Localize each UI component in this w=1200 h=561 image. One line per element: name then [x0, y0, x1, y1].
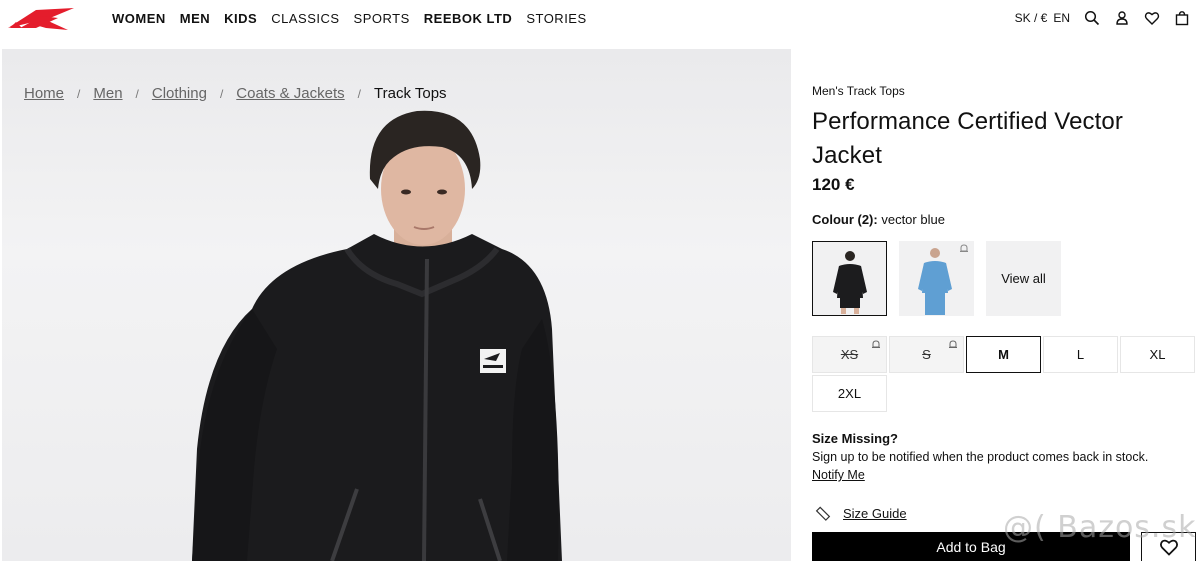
size-2xl[interactable]: 2XL: [812, 375, 887, 412]
product-title: Performance Certified Vector Jacket: [812, 108, 1123, 169]
colour-swatches: View all: [812, 241, 1196, 316]
size-guide: Size Guide: [815, 505, 907, 521]
breadcrumb-men[interactable]: Men: [93, 85, 122, 102]
notify-bell-icon: [949, 340, 957, 348]
site-header: WOMEN MEN KIDS CLASSICS SPORTS REEBOK LT…: [0, 0, 1200, 40]
breadcrumb: Home / Men / Clothing / Coats & Jackets …: [24, 85, 447, 102]
notify-bell-icon: [872, 340, 880, 348]
breadcrumb-clothing[interactable]: Clothing: [152, 85, 207, 102]
nav-men[interactable]: MEN: [180, 11, 210, 26]
view-all-label: View all: [1001, 271, 1046, 286]
nav-kids[interactable]: KIDS: [224, 11, 257, 26]
breadcrumb-separator: /: [219, 86, 224, 101]
size-missing-section: Size Missing? Sign up to be notified whe…: [812, 430, 1196, 484]
model-photo: [192, 110, 562, 561]
swatch-black-thumbnail: [833, 251, 867, 314]
breadcrumb-current: Track Tops: [374, 85, 447, 102]
search-icon[interactable]: [1084, 10, 1100, 26]
size-label: S: [922, 347, 931, 362]
nav-classics[interactable]: CLASSICS: [271, 11, 339, 26]
breadcrumb-separator: /: [77, 86, 81, 101]
size-xl[interactable]: XL: [1120, 336, 1195, 373]
size-s[interactable]: S: [889, 336, 964, 373]
nav-sports[interactable]: SPORTS: [354, 11, 410, 26]
bag-icon[interactable]: [1174, 10, 1190, 26]
breadcrumb-home[interactable]: Home: [24, 85, 64, 102]
colour-count: Colour (2):: [812, 212, 878, 227]
nav-reebok-ltd[interactable]: REEBOK LTD: [424, 11, 513, 26]
breadcrumb-separator: /: [135, 86, 139, 101]
notify-me-link[interactable]: Notify Me: [812, 468, 865, 482]
product-image[interactable]: Home / Men / Clothing / Coats & Jackets …: [2, 49, 791, 561]
size-label: XS: [840, 347, 859, 362]
size-m[interactable]: M: [966, 336, 1041, 373]
reebok-logo[interactable]: [6, 6, 76, 32]
size-label: 2XL: [837, 386, 862, 401]
product-category: Men's Track Tops: [812, 84, 905, 98]
header-utilities: SK / € EN: [1015, 10, 1190, 26]
breadcrumb-coats-jackets[interactable]: Coats & Jackets: [236, 85, 344, 102]
size-guide-link[interactable]: Size Guide: [843, 506, 907, 521]
nav-stories[interactable]: STORIES: [526, 11, 586, 26]
product-details: Men's Track Tops Performance Certified V…: [812, 84, 1196, 316]
ruler-icon: [815, 506, 831, 521]
add-to-bag-label: Add to Bag: [936, 539, 1006, 555]
swatch-black[interactable]: [812, 241, 887, 316]
view-all-colours[interactable]: View all: [986, 241, 1061, 316]
wishlist-icon[interactable]: [1144, 10, 1160, 26]
breadcrumb-separator: /: [357, 86, 362, 101]
size-selector: XS S M L XL 2XL: [812, 336, 1196, 412]
language-selector[interactable]: EN: [1053, 11, 1070, 25]
size-label: XL: [1149, 347, 1166, 362]
size-missing-text: Sign up to be notified when the product …: [812, 450, 1149, 464]
size-label: L: [1076, 347, 1085, 362]
watermark: @( Bazos.sk: [1003, 510, 1197, 545]
product-price: 120 €: [812, 175, 855, 194]
size-missing-heading: Size Missing?: [812, 431, 898, 446]
region-selector[interactable]: SK / €: [1015, 11, 1048, 25]
notify-bell-icon: [960, 244, 968, 252]
size-label: M: [998, 347, 1009, 362]
size-l[interactable]: L: [1043, 336, 1118, 373]
size-xs[interactable]: XS: [812, 336, 887, 373]
account-icon[interactable]: [1114, 10, 1130, 26]
main-nav: WOMEN MEN KIDS CLASSICS SPORTS REEBOK LT…: [112, 11, 601, 26]
colour-value: vector blue: [881, 212, 945, 227]
colour-label: Colour (2): vector blue: [812, 212, 1196, 227]
nav-women[interactable]: WOMEN: [112, 11, 166, 26]
swatch-vector-blue[interactable]: [899, 241, 974, 316]
